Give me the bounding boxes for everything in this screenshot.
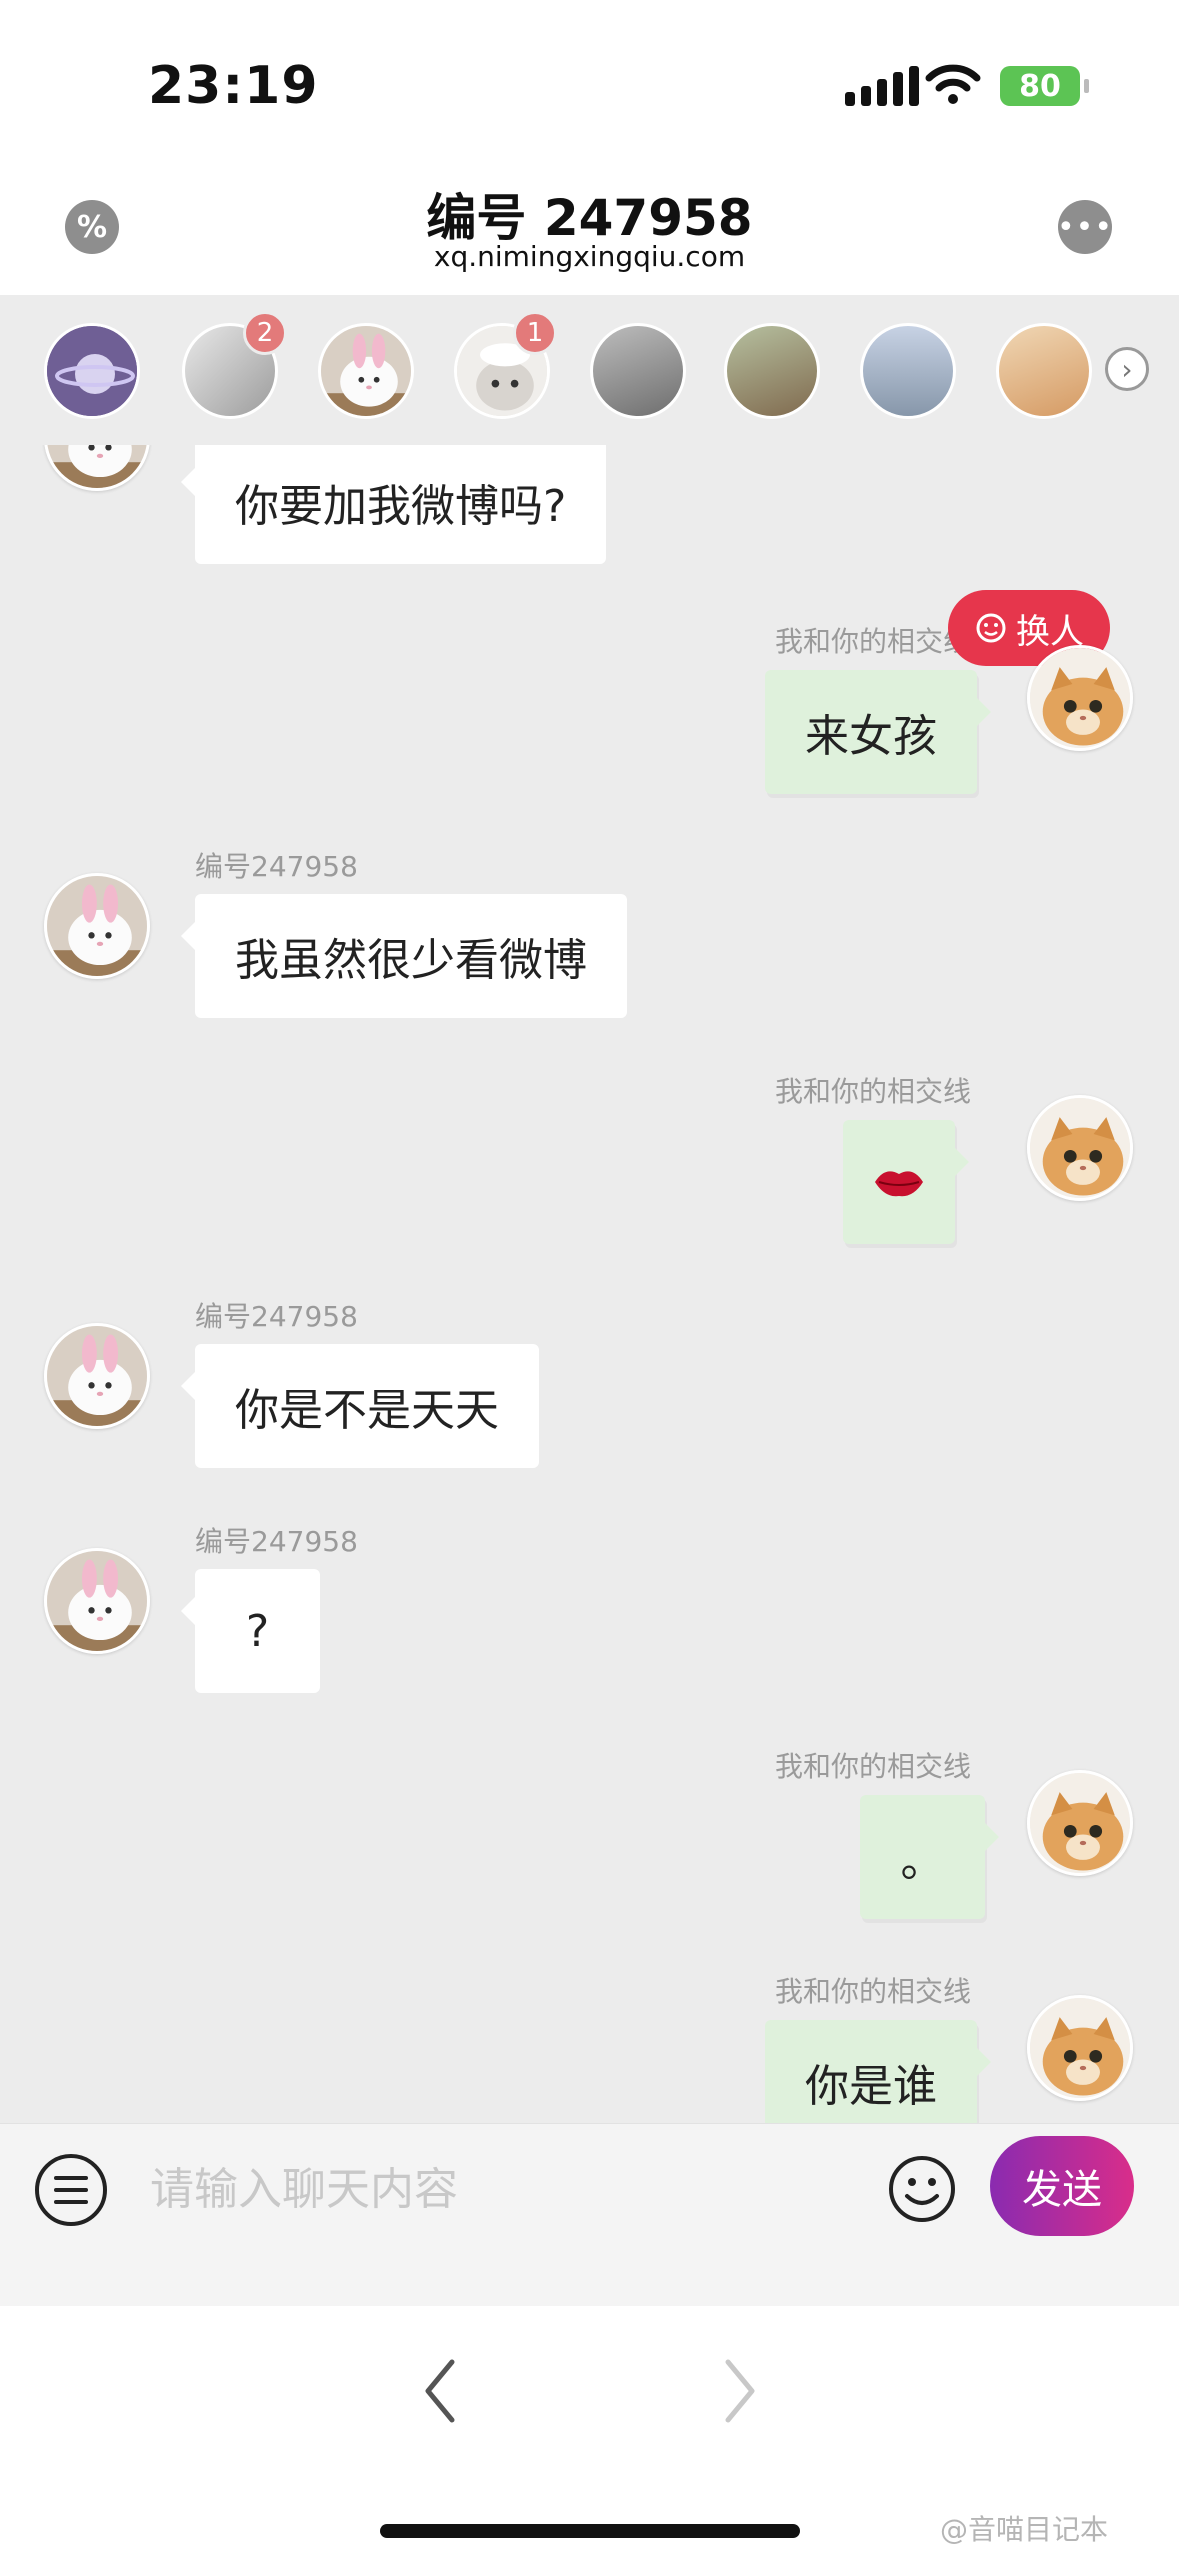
more-options-icon[interactable]: •••	[1056, 200, 1114, 254]
message-bubble-outgoing[interactable]: 来女孩	[765, 670, 991, 794]
message-bubble-incoming[interactable]: 你要加我微博吗?	[180, 445, 607, 564]
message-sender-contact: 编号247958	[195, 1300, 358, 1333]
message-bubble-incoming[interactable]: 我虽然很少看微博	[181, 894, 627, 1018]
contact-avatar[interactable]	[44, 1548, 150, 1654]
message-bubble-outgoing[interactable]: 你是谁	[765, 2020, 991, 2123]
message-sender-self: 我和你的相交线	[775, 625, 972, 658]
contact-avatar[interactable]	[44, 445, 150, 491]
self-avatar[interactable]	[1027, 1770, 1133, 1876]
strip-avatar-7[interactable]	[996, 323, 1092, 419]
self-avatar[interactable]	[1027, 1995, 1133, 2101]
wifi-icon	[925, 64, 981, 104]
chat-header: % 编号 247958 xq.nimingxingqiu.com •••	[0, 170, 1179, 295]
message-list[interactable]: 你要加我微博吗? 我和你的相交线 换人 来女孩 编号247958 我虽然很少看微…	[0, 445, 1179, 2123]
emoji-icon[interactable]	[887, 2154, 957, 2224]
strip-avatar-6[interactable]	[860, 323, 956, 419]
message-bubble-outgoing[interactable]	[843, 1120, 969, 1244]
message-sender-self: 我和你的相交线	[775, 1975, 972, 2008]
battery-icon: 80	[1000, 66, 1089, 106]
strip-avatar-4[interactable]	[590, 323, 686, 419]
refresh-face-icon	[976, 613, 1006, 643]
message-sender-self: 我和你的相交线	[775, 1075, 972, 1108]
contact-avatar[interactable]	[44, 1323, 150, 1429]
unread-badge-1: 2	[243, 311, 287, 355]
home-indicator[interactable]	[380, 2524, 800, 2538]
strip-avatar-5[interactable]	[724, 323, 820, 419]
self-avatar[interactable]	[1027, 645, 1133, 751]
message-input-bar: 发送	[0, 2123, 1179, 2306]
self-avatar[interactable]	[1027, 1095, 1133, 1201]
chat-message-input[interactable]	[150, 2146, 850, 2232]
status-time: 23:19	[148, 56, 319, 116]
forward-arrow-icon[interactable]	[720, 2356, 760, 2426]
message-sender-contact: 编号247958	[195, 850, 358, 883]
message-bubble-incoming[interactable]: 你是不是天天	[181, 1344, 539, 1468]
watermark-text: @音喵目记本	[940, 2513, 1109, 2546]
back-arrow-icon[interactable]	[420, 2356, 460, 2426]
page-url: xq.nimingxingqiu.com	[433, 240, 746, 273]
conversation-avatar-strip: 2 1 ›	[0, 295, 1179, 445]
chevron-right-glyph: ›	[1121, 352, 1133, 386]
strip-avatar-2[interactable]	[318, 323, 414, 419]
chevron-right-icon[interactable]: ›	[1105, 347, 1149, 391]
kiss-lips-icon	[875, 1171, 923, 1197]
contact-avatar[interactable]	[44, 873, 150, 979]
planet-avatar[interactable]	[44, 323, 140, 419]
menu-icon[interactable]	[35, 2154, 107, 2226]
planet-icon	[47, 326, 137, 416]
unread-badge-2: 1	[513, 311, 557, 355]
message-sender-self: 我和你的相交线	[775, 1750, 972, 1783]
status-bar: 23:19 80	[0, 0, 1179, 170]
more-options-glyph: •••	[1056, 209, 1114, 245]
message-bubble-outgoing[interactable]: 。	[860, 1795, 999, 1919]
send-button[interactable]: 发送	[990, 2136, 1134, 2236]
signal-icon	[845, 66, 919, 106]
message-sender-contact: 编号247958	[195, 1525, 358, 1558]
battery-level: 80	[1019, 68, 1061, 104]
message-bubble-incoming[interactable]: ?	[181, 1569, 320, 1693]
